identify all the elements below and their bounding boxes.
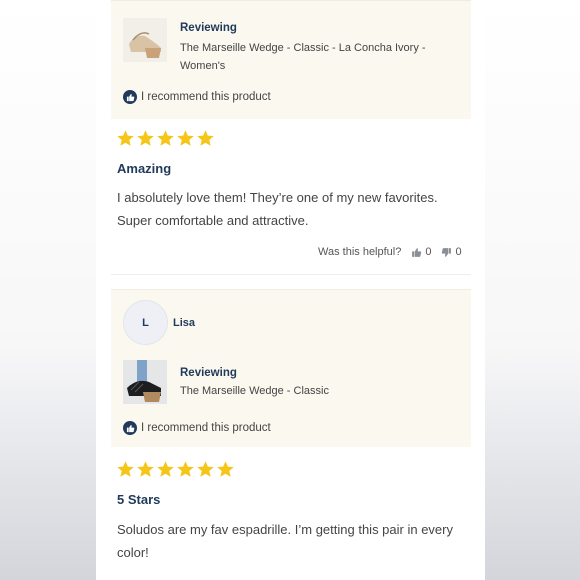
star-rating [116,460,235,479]
helpful-no-count: 0 [455,246,462,258]
product-thumbnail[interactable] [123,18,167,62]
star-icon [157,130,174,146]
thumbs-up-icon [123,90,137,104]
star-icon [117,130,134,146]
star-icon [217,461,234,477]
review-body: Soludos are my fav espadrille. I’m getti… [117,522,453,560]
product-thumbnail[interactable] [123,360,167,404]
helpful-no-button[interactable]: 0 [441,246,462,258]
star-rating [116,129,215,148]
star-icon [177,461,194,477]
star-icon [177,130,194,146]
star-icon [137,130,154,146]
star-icon [117,461,134,477]
recommend-indicator: I recommend this product [123,90,271,104]
product-card: Reviewing The Marseille Wedge - Classic … [111,0,471,119]
product-name-link[interactable]: The Marseille Wedge - Classic - La Conch… [180,39,450,75]
reviewer-card: L Lisa Reviewing The Marseille Wedge - C… [111,289,471,447]
background-left [0,0,96,580]
recommend-text: I recommend this product [141,91,271,103]
reviewing-label: Reviewing [180,367,237,379]
review-divider [111,274,471,275]
star-icon [197,130,214,146]
helpful-label: Was this helpful? [318,246,402,258]
star-icon [137,461,154,477]
reviews-panel: Reviewing The Marseille Wedge - Classic … [96,0,485,580]
thumbs-down-icon [442,247,452,257]
review-body: I absolutely love them! They’re one of m… [117,190,438,228]
avatar: L [123,300,168,345]
recommend-text: I recommend this product [141,422,271,434]
product-name-link[interactable]: The Marseille Wedge - Classic [180,382,450,400]
review-title: 5 Stars [117,492,161,507]
background-right [484,0,580,580]
reviewing-label: Reviewing [180,22,237,34]
thumbs-up-icon [123,421,137,435]
star-icon [197,461,214,477]
recommend-indicator: I recommend this product [123,421,271,435]
helpful-yes-count: 0 [425,246,432,258]
reviewer-name: Lisa [173,317,196,329]
review-title: Amazing [117,161,172,176]
thumbs-up-icon [412,247,422,257]
helpful-section: Was this helpful? 0 0 [318,246,462,258]
star-icon [157,461,174,477]
helpful-yes-button[interactable]: 0 [411,246,431,258]
